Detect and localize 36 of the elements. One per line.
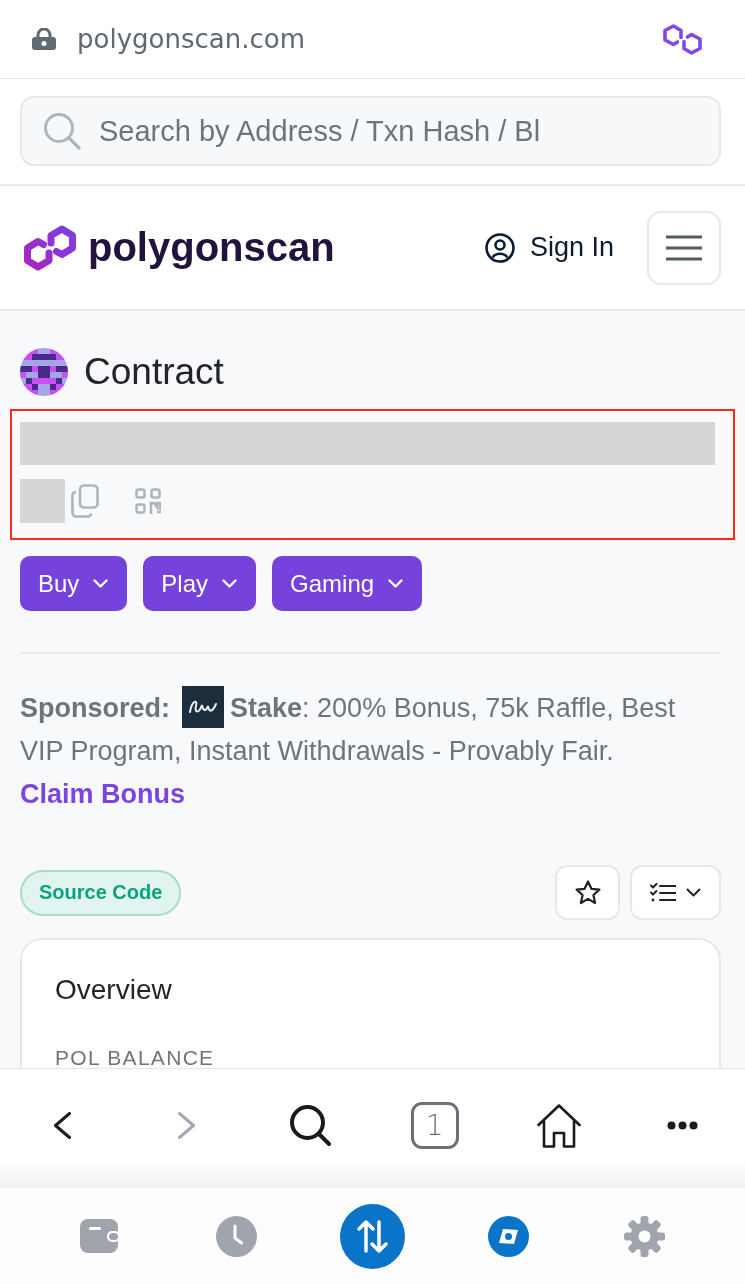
star-icon bbox=[574, 880, 601, 905]
user-icon bbox=[484, 232, 515, 263]
lock-icon bbox=[32, 28, 56, 50]
field-label: POL BALANCE bbox=[55, 1046, 215, 1068]
tab-count-button[interactable]: 1 bbox=[410, 1102, 459, 1149]
sponsored-text: Sponsored: Stake: 200% Bonus, 75k Raffle, Best VIP Program, Instant Withdrawals - Provably Fair. Claim Bonus bbox=[20, 686, 721, 816]
page-title: Contract bbox=[84, 351, 224, 393]
redaction-block bbox=[20, 479, 65, 523]
identicon-icon bbox=[20, 348, 68, 396]
dropdown-button[interactable]: Buy bbox=[20, 556, 128, 611]
swap-button[interactable] bbox=[340, 1203, 405, 1269]
card-title: Overview bbox=[55, 974, 172, 1006]
compass-icon[interactable] bbox=[488, 1215, 530, 1257]
more-icon[interactable] bbox=[667, 1121, 699, 1130]
menu-icon bbox=[666, 234, 702, 261]
home-icon[interactable] bbox=[536, 1103, 581, 1148]
list-dropdown-button[interactable] bbox=[630, 865, 721, 920]
caret-icon bbox=[93, 579, 109, 588]
claim-bonus-link[interactable]: Claim Bonus bbox=[20, 779, 186, 809]
back-icon[interactable] bbox=[53, 1112, 71, 1139]
search-icon bbox=[43, 112, 81, 150]
dropdown-button[interactable]: Gaming bbox=[272, 556, 423, 611]
caret-icon bbox=[686, 888, 701, 897]
sign-in-button[interactable]: Sign In bbox=[484, 232, 614, 263]
favorite-button[interactable] bbox=[555, 865, 620, 920]
url-text[interactable]: polygonscan.com bbox=[77, 24, 305, 54]
checklist-icon bbox=[650, 882, 676, 903]
menu-button[interactable] bbox=[647, 210, 721, 285]
sponsor-logo-icon bbox=[182, 686, 224, 728]
chain-logo-icon[interactable] bbox=[661, 21, 704, 57]
dropdown-button[interactable]: Play bbox=[143, 556, 257, 611]
search-field[interactable]: Search by Address / Txn Hash / Bl bbox=[20, 96, 721, 166]
brand-name[interactable]: polygonscan bbox=[88, 225, 335, 270]
caret-icon bbox=[222, 579, 238, 588]
caret-icon bbox=[388, 579, 404, 588]
search-icon[interactable] bbox=[289, 1105, 331, 1146]
